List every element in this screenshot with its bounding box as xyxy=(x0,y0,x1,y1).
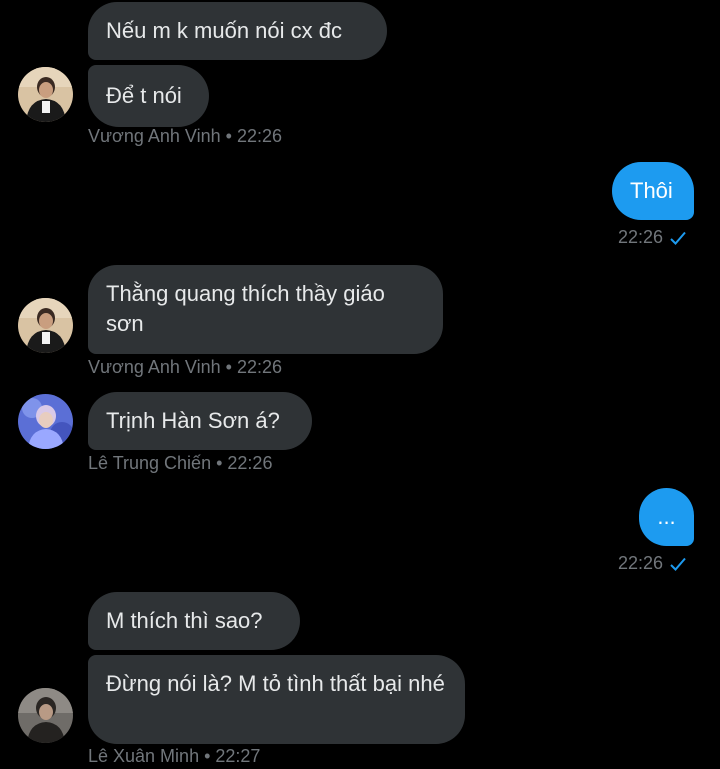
message-meta: Lê Xuân Minh • 22:27 xyxy=(88,745,260,767)
message-bubble-incoming[interactable]: Thằng quang thích thầy giáo sơn xyxy=(88,265,443,354)
separator-dot: • xyxy=(216,453,223,473)
message-meta: Vương Anh Vinh • 22:26 xyxy=(88,356,282,378)
avatar-photo xyxy=(18,688,73,743)
message-time: 22:26 xyxy=(618,227,664,247)
separator-dot: • xyxy=(225,126,232,146)
message-bubble-incoming[interactable]: Nếu m k muốn nói cx đc xyxy=(88,2,387,60)
avatar-vuong-anh-vinh[interactable] xyxy=(18,298,73,353)
avatar-le-xuan-minh[interactable] xyxy=(18,688,73,743)
avatar-photo xyxy=(18,394,73,449)
avatar-vuong-anh-vinh[interactable] xyxy=(18,67,73,122)
message-bubble-incoming[interactable]: Trịnh Hàn Sơn á? xyxy=(88,392,312,450)
check-icon xyxy=(670,231,686,245)
separator-dot: • xyxy=(225,357,232,377)
avatar-photo xyxy=(18,67,73,122)
avatar-le-trung-chien[interactable] xyxy=(18,394,73,449)
message-bubble-incoming[interactable]: Đừng nói là? M tỏ tình thất bại nhé xyxy=(88,655,465,744)
sender-name: Lê Xuân Minh xyxy=(88,746,200,766)
message-bubble-outgoing[interactable]: Thôi xyxy=(612,162,694,220)
message-meta: 22:26 xyxy=(618,226,687,248)
message-bubble-incoming[interactable]: M thích thì sao? xyxy=(88,592,300,650)
chat-screen: { "messages": { "m1": { "text": "Nếu m k… xyxy=(0,0,720,769)
message-time: 22:26 xyxy=(618,553,664,573)
message-bubble-incoming[interactable]: Để t nói xyxy=(88,65,209,127)
separator-dot: • xyxy=(204,746,211,766)
avatar-photo xyxy=(18,298,73,353)
sender-name: Vương Anh Vinh xyxy=(88,357,221,377)
message-time: 22:27 xyxy=(215,746,261,766)
message-meta: 22:26 xyxy=(618,552,687,574)
message-meta: Lê Trung Chiến • 22:26 xyxy=(88,452,272,474)
check-icon xyxy=(670,557,686,571)
message-time: 22:26 xyxy=(236,126,282,146)
message-time: 22:26 xyxy=(236,357,282,377)
sender-name: Vương Anh Vinh xyxy=(88,126,221,146)
message-meta: Vương Anh Vinh • 22:26 xyxy=(88,125,282,147)
message-bubble-outgoing[interactable]: ... xyxy=(639,488,694,546)
sender-name: Lê Trung Chiến xyxy=(88,453,212,473)
message-time: 22:26 xyxy=(227,453,273,473)
